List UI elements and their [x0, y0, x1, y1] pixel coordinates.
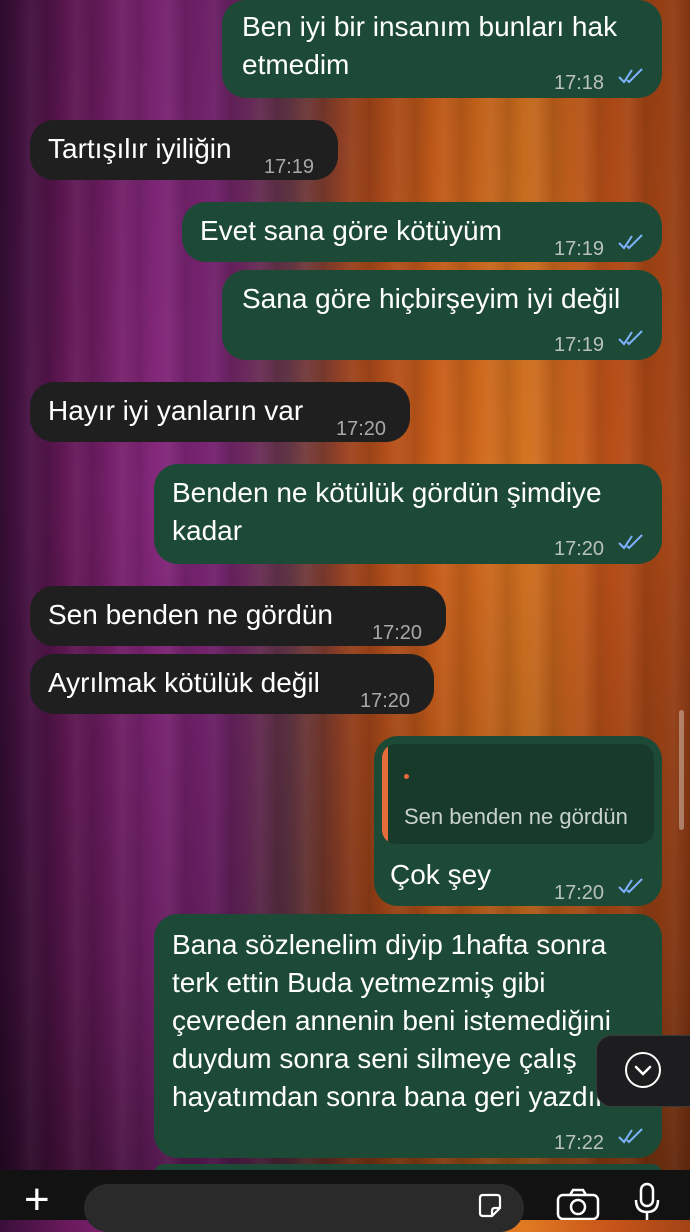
quote-author-dot [404, 774, 409, 779]
sticker-icon[interactable] [476, 1192, 504, 1220]
quoted-text: Sen benden ne gördün [404, 804, 628, 829]
message-outgoing[interactable]: Benden ne kötülük gördün şimdiye kadar 1… [154, 464, 662, 564]
message-text: Hayır iyi yanların var [48, 395, 304, 426]
message-text: Bana sözlenelim diyip 1hafta sonra terk … [172, 929, 611, 1112]
chat-area[interactable]: Ben iyi bir insanım bunları hak etmedim … [0, 0, 690, 1184]
message-time: 17:19 [264, 156, 315, 178]
message-time: 17:20 [360, 690, 411, 712]
message-input[interactable] [84, 1184, 524, 1232]
message-incoming[interactable]: Tartışılır iyiliğin 17:19 [30, 120, 338, 180]
message-time: 17:20 [336, 418, 387, 440]
message-outgoing[interactable]: Evet sana göre kötüyüm 17:19 [182, 202, 662, 262]
camera-icon[interactable] [556, 1188, 600, 1220]
message-text: Evet sana göre kötüyüm [200, 215, 502, 246]
chevron-down-icon [625, 1052, 661, 1088]
read-receipt-icon [618, 878, 643, 894]
composer-bar: + [0, 1170, 690, 1232]
scrollbar[interactable] [679, 710, 684, 830]
message-incoming[interactable]: Sen benden ne gördün 17:20 [30, 586, 446, 646]
message-text: Ayrılmak kötülük değil [48, 667, 320, 698]
read-receipt-icon [618, 1128, 643, 1144]
message-outgoing[interactable]: Sana göre hiçbirşeyim iyi değil 17:19 [222, 270, 662, 360]
message-time: 17:19 [554, 238, 605, 260]
message-time: 17:19 [554, 334, 605, 356]
read-receipt-icon [618, 68, 643, 84]
message-text: Sen benden ne gördün [48, 599, 333, 630]
read-receipt-icon [618, 534, 643, 550]
message-time: 17:18 [554, 72, 605, 94]
quote-bar [382, 744, 388, 844]
read-receipt-icon [618, 330, 643, 346]
message-time: 17:20 [372, 622, 423, 644]
microphone-icon[interactable] [632, 1182, 662, 1222]
message-time: 17:20 [554, 882, 605, 904]
message-time: 17:20 [554, 538, 605, 560]
message-outgoing[interactable]: Bana sözlenelim diyip 1hafta sonra terk … [154, 914, 662, 1158]
scroll-to-bottom-button[interactable] [596, 1035, 690, 1107]
message-outgoing-reply[interactable]: Sen benden ne gördün Çok şey 17:20 [374, 736, 662, 906]
message-text: Çok şey [390, 859, 492, 890]
message-text: Sana göre hiçbirşeyim iyi değil [242, 283, 621, 314]
plus-icon[interactable]: + [24, 1178, 50, 1222]
quoted-message[interactable]: Sen benden ne gördün [382, 744, 654, 844]
message-text: Tartışılır iyiliğin [48, 133, 232, 164]
message-incoming[interactable]: Hayır iyi yanların var 17:20 [30, 382, 410, 442]
read-receipt-icon [618, 234, 643, 250]
message-outgoing[interactable]: Ben iyi bir insanım bunları hak etmedim … [222, 0, 662, 98]
message-time: 17:22 [554, 1132, 605, 1154]
message-incoming[interactable]: Ayrılmak kötülük değil 17:20 [30, 654, 434, 714]
